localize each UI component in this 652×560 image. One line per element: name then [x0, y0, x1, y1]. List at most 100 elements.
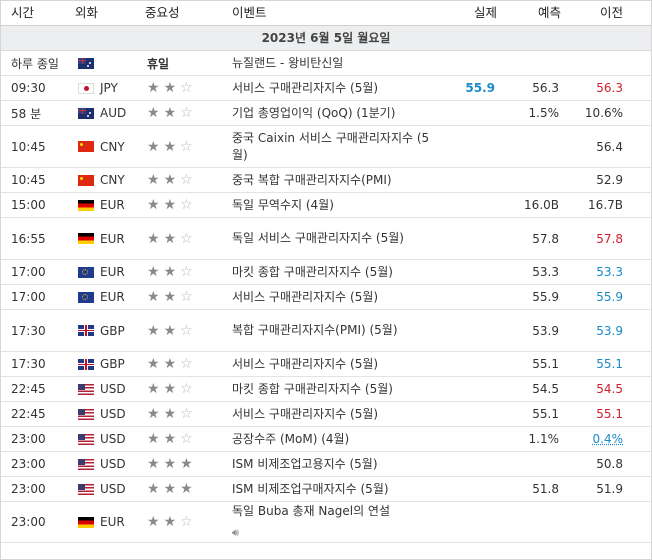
- event-forecast: 53.3: [532, 265, 559, 279]
- event-name[interactable]: 독일 Buba 총재 Nagel의 연설 🔊︎: [232, 501, 432, 543]
- currency-code: EUR: [100, 198, 125, 212]
- header-currency[interactable]: 외화: [72, 1, 145, 25]
- event-currency: [72, 57, 145, 69]
- star-icon: ★: [180, 456, 193, 472]
- event-name[interactable]: ISM 비제조업구매자지수 (5월): [232, 479, 432, 500]
- event-time: 17:00: [11, 290, 46, 304]
- event-previous: 50.8: [596, 457, 623, 471]
- star-icon: ★: [163, 80, 177, 96]
- event-name[interactable]: 뉴질랜드 - 왕비탄신일: [232, 53, 432, 74]
- header-forecast[interactable]: 예측: [497, 1, 561, 25]
- star-icon: ☆: [180, 289, 193, 305]
- table-row[interactable]: 17:30 GBP ★ ★ ☆ 복합 구매관리자지수(PMI) (5월) 53.9 53.9: [1, 310, 651, 352]
- event-title[interactable]: 서비스 구매관리자지수 (5월): [232, 357, 378, 371]
- table-row[interactable]: 22:45 USD ★ ★ ☆ 마킷 종합 구매관리자지수 (5월) 54.5 54.5: [1, 377, 651, 402]
- table-row[interactable]: 58 분 AUD ★ ★ ☆ 기업 총영업이익 (QoQ) (1분기) 1.5% 10.6%: [1, 101, 651, 126]
- event-currency: USD: [72, 382, 145, 396]
- date-row: 2023년 6월 5일 월요일: [1, 26, 651, 51]
- event-title[interactable]: 중국 복합 구매관리자지수(PMI): [232, 173, 392, 187]
- us-flag-icon: [78, 483, 94, 495]
- event-time: 09:30: [11, 81, 46, 95]
- event-forecast: 55.9: [532, 290, 559, 304]
- table-row[interactable]: 23:00 USD ★ ★ ★ ISM 비제조업고용지수 (5월) 50.8: [1, 452, 651, 477]
- table-row[interactable]: 16:55 EUR ★ ★ ☆ 독일 서비스 구매관리자지수 (5월) 57.8 57.8: [1, 218, 651, 260]
- event-title[interactable]: 독일 Buba 총재 Nagel의 연설: [232, 504, 390, 518]
- event-importance: 휴일: [145, 55, 232, 72]
- table-row[interactable]: 하루 종일 휴일 뉴질랜드 - 왕비탄신일: [1, 51, 651, 76]
- star-icon: ★: [147, 381, 160, 397]
- event-title[interactable]: 마킷 종합 구매관리자지수 (5월): [232, 382, 393, 396]
- us-flag-icon: [78, 458, 94, 470]
- table-row[interactable]: 10:45 CNY ★ ★ ☆ 중국 Caixin 서비스 구매관리자지수 (5월) 56.…: [1, 126, 651, 168]
- event-importance: ★ ★ ☆: [145, 265, 232, 279]
- event-name[interactable]: 서비스 구매관리자지수 (5월): [232, 78, 432, 99]
- event-name[interactable]: 복합 구매관리자지수(PMI) (5월): [232, 320, 432, 341]
- importance-stars: ★ ★ ☆: [145, 290, 232, 304]
- event-name[interactable]: 독일 무역수지 (4월): [232, 195, 432, 216]
- event-name[interactable]: 마킷 종합 구매관리자지수 (5월): [232, 379, 432, 400]
- event-title[interactable]: 독일 서비스 구매관리자지수 (5월): [232, 231, 404, 245]
- event-title[interactable]: 서비스 구매관리자지수 (5월): [232, 407, 378, 421]
- star-icon: ☆: [180, 138, 193, 155]
- event-title[interactable]: 독일 무역수지 (4월): [232, 198, 334, 212]
- event-forecast: 1.1%: [528, 432, 560, 446]
- header-actual[interactable]: 실제: [432, 1, 497, 25]
- table-row[interactable]: 17:00 EUR ★ ★ ☆ 마킷 종합 구매관리자지수 (5월) 53.3 53.3: [1, 260, 651, 285]
- eu-flag-icon: [78, 291, 94, 303]
- event-forecast: 54.5: [532, 382, 559, 396]
- star-icon: ★: [163, 481, 177, 497]
- table-row[interactable]: 23:00 EUR ★ ★ ☆ 독일 Buba 총재 Nagel의 연설 🔊︎: [1, 502, 651, 543]
- star-icon: ☆: [180, 514, 193, 530]
- header-event[interactable]: 이벤트: [232, 1, 432, 25]
- event-name[interactable]: 서비스 구매관리자지수 (5월): [232, 404, 432, 425]
- event-currency: USD: [72, 432, 145, 446]
- event-name[interactable]: 공장수주 (MoM) (4월): [232, 429, 432, 450]
- event-previous: 55.1: [596, 357, 623, 371]
- event-importance: ★ ★ ☆: [145, 407, 232, 421]
- event-title[interactable]: 서비스 구매관리자지수 (5월): [232, 81, 378, 95]
- event-importance: ★ ★ ☆: [145, 290, 232, 304]
- event-importance: ★ ★ ☆: [145, 357, 232, 371]
- event-forecast: 51.8: [532, 482, 559, 496]
- event-name[interactable]: 마킷 종합 구매관리자지수 (5월): [232, 262, 432, 283]
- event-title[interactable]: ISM 비제조업고용지수 (5월): [232, 457, 378, 471]
- header-importance[interactable]: 중요성: [145, 1, 232, 25]
- event-title[interactable]: 공장수주 (MoM) (4월): [232, 432, 349, 446]
- header-time[interactable]: 시간: [1, 1, 72, 25]
- table-row[interactable]: 09:30 JPY ★ ★ ☆ 서비스 구매관리자지수 (5월) 55.9 56.3 56.3: [1, 76, 651, 101]
- event-time: 22:45: [11, 407, 46, 421]
- event-title[interactable]: 기업 총영업이익 (QoQ) (1분기): [232, 106, 395, 120]
- event-previous: 10.6%: [584, 106, 623, 120]
- importance-stars: ★ ★ ☆: [145, 382, 232, 396]
- event-importance: ★ ★ ★: [145, 457, 232, 471]
- star-icon: ★: [147, 172, 160, 188]
- event-name[interactable]: 서비스 구매관리자지수 (5월): [232, 287, 432, 308]
- table-row[interactable]: 23:00 USD ★ ★ ☆ 공장수주 (MoM) (4월) 1.1% 0.4%: [1, 427, 651, 452]
- event-title[interactable]: 중국 Caixin 서비스 구매관리자지수 (5월): [232, 131, 429, 162]
- event-name[interactable]: 서비스 구매관리자지수 (5월): [232, 354, 432, 375]
- event-title[interactable]: 뉴질랜드 - 왕비탄신일: [232, 56, 343, 70]
- table-row[interactable]: 23:00 USD ★ ★ ★ ISM 비제조업구매자지수 (5월) 51.8 51.9: [1, 477, 651, 502]
- event-name[interactable]: ISM 비제조업고용지수 (5월): [232, 454, 432, 475]
- table-row[interactable]: 10:45 CNY ★ ★ ☆ 중국 복합 구매관리자지수(PMI) 52.9: [1, 168, 651, 193]
- star-icon: ★: [147, 322, 160, 339]
- us-flag-icon: [78, 383, 94, 395]
- event-currency: EUR: [72, 265, 145, 279]
- header-previous[interactable]: 이전: [561, 1, 637, 25]
- table-row[interactable]: 22:45 USD ★ ★ ☆ 서비스 구매관리자지수 (5월) 55.1 55.1: [1, 402, 651, 427]
- event-title[interactable]: 서비스 구매관리자지수 (5월): [232, 290, 378, 304]
- event-title[interactable]: ISM 비제조업구매자지수 (5월): [232, 482, 389, 496]
- currency-code: EUR: [100, 515, 125, 529]
- event-time: 23:00: [11, 482, 46, 496]
- table-row[interactable]: 17:30 GBP ★ ★ ☆ 서비스 구매관리자지수 (5월) 55.1 55.1: [1, 352, 651, 377]
- table-row[interactable]: 15:00 EUR ★ ★ ☆ 독일 무역수지 (4월) 16.0B 16.7B: [1, 193, 651, 218]
- event-title[interactable]: 마킷 종합 구매관리자지수 (5월): [232, 265, 393, 279]
- event-name[interactable]: 중국 Caixin 서비스 구매관리자지수 (5월): [232, 128, 432, 166]
- event-title[interactable]: 복합 구매관리자지수(PMI) (5월): [232, 323, 398, 337]
- event-name[interactable]: 기업 총영업이익 (QoQ) (1분기): [232, 103, 432, 124]
- event-currency: GBP: [72, 357, 145, 371]
- table-row[interactable]: 17:00 EUR ★ ★ ☆ 서비스 구매관리자지수 (5월) 55.9 55.9: [1, 285, 651, 310]
- star-icon: ★: [147, 264, 160, 280]
- event-name[interactable]: 독일 서비스 구매관리자지수 (5월): [232, 228, 432, 249]
- event-name[interactable]: 중국 복합 구매관리자지수(PMI): [232, 170, 432, 191]
